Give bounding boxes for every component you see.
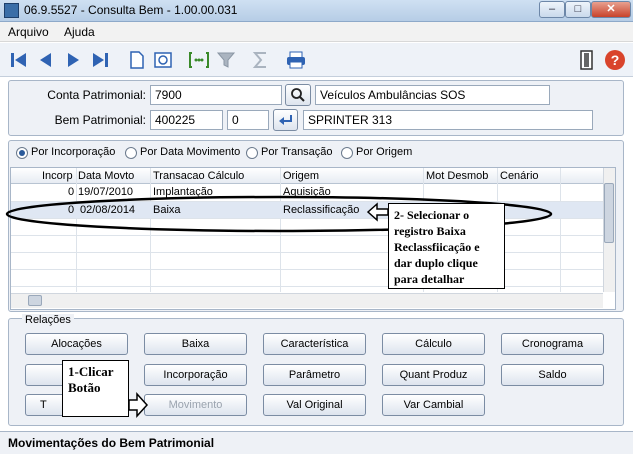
enter-button[interactable]	[273, 109, 298, 131]
exit-icon[interactable]	[574, 47, 600, 73]
val-original-button[interactable]: Val Original	[263, 394, 366, 416]
bem-sequence-input[interactable]: 0	[227, 110, 269, 130]
bem-input[interactable]: 400225	[150, 110, 223, 130]
radio-por-origem[interactable]	[341, 147, 353, 159]
calculo-button[interactable]: Cálculo	[382, 333, 485, 355]
col-origem[interactable]: Origem	[283, 170, 319, 182]
bem-label: Bem Patrimonial:	[54, 113, 146, 127]
parametro-button[interactable]: Parâmetro	[263, 364, 366, 386]
horizontal-scroll-thumb[interactable]	[28, 295, 42, 306]
horizontal-scrollbar[interactable]	[11, 293, 603, 308]
toolbar: ?	[0, 43, 633, 77]
title-bar: 06.9.5527 - Consulta Bem - 1.00.00.031 –…	[0, 0, 633, 22]
grid-row-line	[11, 286, 603, 287]
grid-row-line	[11, 269, 603, 270]
incorporacao-button[interactable]: Incorporação	[144, 364, 247, 386]
callout-arrow-icon	[128, 392, 149, 418]
help-icon[interactable]: ?	[602, 47, 628, 73]
radio-por-incorporacao-label: Por Incorporação	[31, 146, 116, 158]
window-title: 06.9.5527 - Consulta Bem - 1.00.00.031	[24, 3, 238, 17]
svg-text:?: ?	[611, 52, 620, 68]
radio-por-data-movimento[interactable]	[125, 147, 137, 159]
close-window-button[interactable]: ✕	[591, 1, 631, 18]
first-record-icon[interactable]	[6, 47, 32, 73]
conta-label: Conta Patrimonial:	[47, 88, 146, 102]
grid-row-line	[11, 252, 603, 253]
col-incorp[interactable]: Incorp	[42, 170, 73, 182]
vertical-scroll-thumb[interactable]	[604, 183, 614, 243]
filter-icon[interactable]	[213, 47, 239, 73]
conta-input[interactable]: 7900	[150, 85, 282, 105]
col-cenario[interactable]: Cenário	[500, 170, 539, 182]
minimize-button[interactable]: –	[539, 1, 565, 18]
radio-por-transacao-label: Por Transação	[261, 146, 333, 158]
conta-description: Veículos Ambulâncias SOS	[315, 85, 550, 105]
menu-arquivo[interactable]: Arquivo	[8, 25, 49, 39]
col-transacao-calculo[interactable]: Transacao Cálculo	[153, 170, 244, 182]
baixa-button[interactable]: Baixa	[144, 333, 247, 355]
radio-por-incorporacao[interactable]	[16, 147, 28, 159]
status-bar: Movimentações do Bem Patrimonial	[0, 431, 633, 454]
preview-icon[interactable]	[151, 47, 177, 73]
var-cambial-button[interactable]: Var Cambial	[382, 394, 485, 416]
radio-por-data-movimento-label: Por Data Movimento	[140, 146, 241, 158]
last-record-icon[interactable]	[87, 47, 113, 73]
goto-icon[interactable]	[186, 47, 212, 73]
search-button[interactable]	[285, 84, 311, 106]
next-record-icon[interactable]	[60, 47, 86, 73]
menu-bar: Arquivo Ajuda	[0, 22, 633, 42]
quant-produz-button[interactable]: Quant Produz	[382, 364, 485, 386]
radio-por-origem-label: Por Origem	[356, 146, 413, 158]
app-icon	[4, 3, 19, 18]
col-data-movto[interactable]: Data Movto	[78, 170, 134, 182]
cronograma-button[interactable]: Cronograma	[501, 333, 604, 355]
enter-arrow-icon	[278, 115, 292, 125]
callout-step-2: 2- Selecionar o registro Baixa Reclassfi…	[388, 203, 505, 289]
maximize-button[interactable]: □	[565, 1, 591, 18]
caracteristica-button[interactable]: Característica	[263, 333, 366, 355]
movimento-button[interactable]: Movimento	[144, 394, 247, 416]
search-icon	[291, 88, 305, 102]
menu-ajuda[interactable]: Ajuda	[64, 25, 95, 39]
radio-por-transacao[interactable]	[246, 147, 258, 159]
col-mot-desmob[interactable]: Mot Desmob	[426, 170, 488, 182]
callout-step-1: 1-Clicar Botão	[62, 360, 129, 417]
print-icon[interactable]	[283, 47, 309, 73]
bem-description: SPRINTER 313	[303, 110, 593, 130]
sum-icon[interactable]	[248, 47, 274, 73]
new-document-icon[interactable]	[124, 47, 150, 73]
callout-arrow-icon	[366, 202, 389, 222]
alocacoes-button[interactable]: Alocações	[25, 333, 128, 355]
relacoes-title: Relações	[22, 314, 74, 326]
saldo-button[interactable]: Saldo	[501, 364, 604, 386]
previous-record-icon[interactable]	[33, 47, 59, 73]
